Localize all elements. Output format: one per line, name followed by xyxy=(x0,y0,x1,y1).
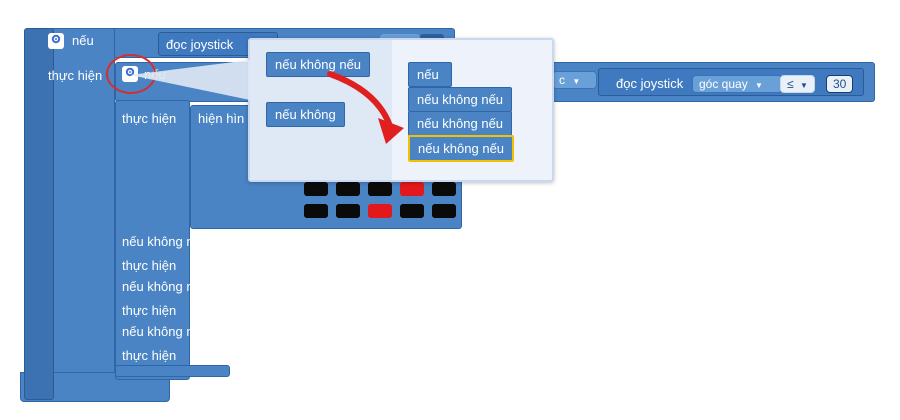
gear-icon xyxy=(50,32,62,50)
do-label-1: thực hiện xyxy=(122,258,177,273)
do-label-2: thực hiện xyxy=(122,303,177,318)
led[interactable] xyxy=(336,204,360,218)
led[interactable] xyxy=(432,204,456,218)
condition-socket-3[interactable] xyxy=(222,322,230,340)
stack-else-if-2[interactable]: nếu không nếu xyxy=(408,111,513,136)
stack-else-if-3-highlighted[interactable]: nếu không nếu xyxy=(408,135,515,162)
led[interactable] xyxy=(368,204,392,218)
drag-arrow xyxy=(327,71,404,144)
else-if-label-3: nếu không nếu xyxy=(122,324,209,339)
read-joystick-label: đọc joystick xyxy=(166,37,234,52)
outer-do-label: thực hiện xyxy=(48,68,103,83)
condition-socket-1[interactable] xyxy=(222,232,230,250)
dropdown-arrow-icon: ▼ xyxy=(572,77,581,86)
do-label-3: thực hiện xyxy=(122,348,177,363)
condition-socket-2[interactable] xyxy=(222,277,230,295)
else-if-label-1: nếu không nếu xyxy=(122,234,209,249)
stack-else-if-1[interactable]: nếu không nếu xyxy=(408,87,513,112)
outer-if-label: nếu xyxy=(72,33,94,48)
statement-slot-3[interactable] xyxy=(190,344,230,364)
statement-slot-2[interactable] xyxy=(190,299,230,319)
rotation-joystick-label: đọc joystick xyxy=(616,76,684,91)
value-input[interactable]: 30 xyxy=(826,75,854,93)
rotation-dropdown[interactable]: góc quay ▼ xyxy=(692,75,782,93)
led[interactable] xyxy=(368,182,392,196)
led[interactable] xyxy=(304,204,328,218)
led[interactable] xyxy=(400,204,424,218)
dropdown-arrow-icon: ▼ xyxy=(799,81,808,90)
popup-pointer xyxy=(130,60,250,100)
led[interactable] xyxy=(400,182,424,196)
led[interactable] xyxy=(336,182,360,196)
show-image-label: hiện hìn xyxy=(198,111,245,126)
partial-dropdown[interactable]: c ▼ xyxy=(552,71,598,89)
led-row-1 xyxy=(304,182,456,196)
statement-slot-1[interactable] xyxy=(190,254,230,274)
led-row-2 xyxy=(304,204,456,218)
outer-bottom-stack xyxy=(24,28,54,400)
led[interactable] xyxy=(304,182,328,196)
inner-do-label: thực hiện xyxy=(122,111,177,126)
inner-bottom xyxy=(115,365,230,377)
dropdown-arrow-icon: ▼ xyxy=(755,81,763,90)
else-if-label-2: nếu không nếu xyxy=(122,279,209,294)
outer-gear-button[interactable] xyxy=(48,33,64,49)
led[interactable] xyxy=(432,182,456,196)
operator-dropdown[interactable]: ≤ ▼ xyxy=(780,75,815,93)
led-matrix[interactable] xyxy=(298,176,460,226)
